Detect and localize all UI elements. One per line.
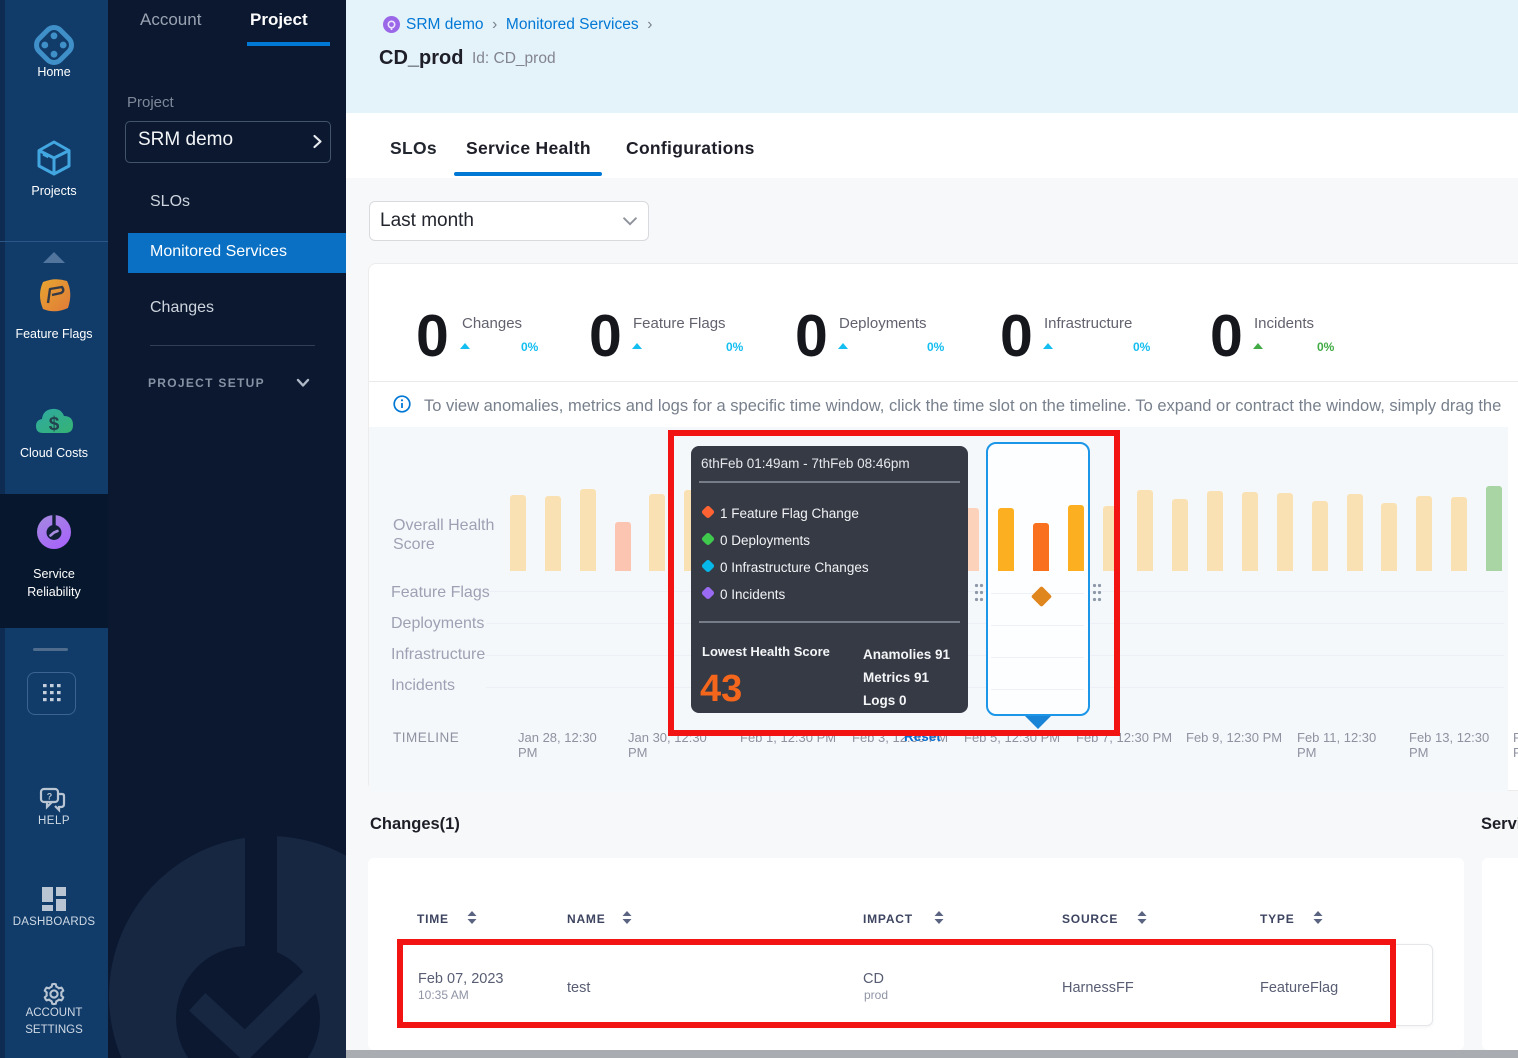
svg-text:?: ? xyxy=(47,792,53,802)
svg-text:$: $ xyxy=(49,414,60,435)
